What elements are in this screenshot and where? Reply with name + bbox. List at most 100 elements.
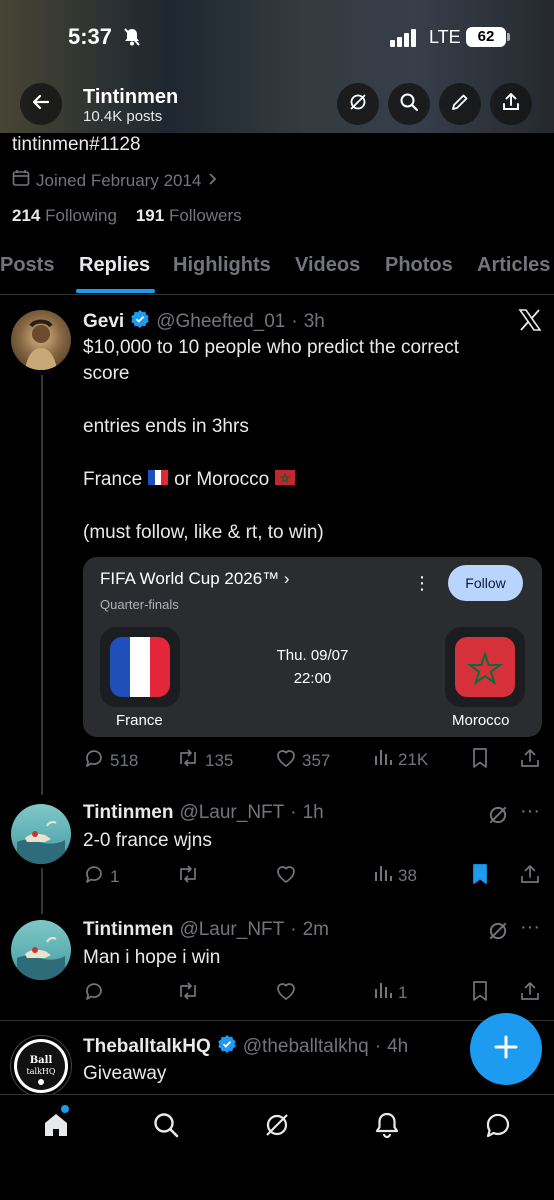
svg-text:Ball: Ball	[30, 1055, 53, 1066]
nav-search[interactable]	[150, 1111, 182, 1143]
like-button[interactable]	[275, 863, 297, 890]
thread-line	[41, 375, 43, 795]
followers-link[interactable]: 191 Followers	[136, 206, 242, 225]
repost-button[interactable]	[176, 863, 200, 890]
tweet-text: 2-0 france wjns	[83, 830, 212, 851]
reply-button[interactable]: 1	[83, 863, 119, 890]
nav-grok[interactable]	[261, 1111, 293, 1143]
tab-videos[interactable]: Videos	[295, 254, 360, 277]
more-vertical-icon[interactable]: ⋮	[413, 573, 431, 594]
tweet-author-name[interactable]: Gevi	[83, 311, 124, 333]
away-team-flag	[445, 627, 525, 707]
bookmark-icon	[470, 980, 490, 1007]
like-button[interactable]: 357	[275, 747, 330, 774]
views-count: 1	[398, 982, 408, 1002]
share-button[interactable]	[519, 980, 541, 1007]
views-button[interactable]: 38	[373, 863, 417, 888]
views-button[interactable]: 21K	[373, 747, 428, 772]
team-name-text: or Morocco	[174, 469, 270, 490]
back-button[interactable]	[20, 83, 62, 125]
avatar[interactable]	[11, 310, 71, 370]
tab-replies[interactable]: Replies	[79, 254, 150, 277]
views-button[interactable]: 1	[373, 980, 407, 1005]
tweet-text-line: score	[83, 363, 130, 384]
separator-dot: ·	[374, 1035, 382, 1057]
separator-dot: ·	[290, 919, 297, 940]
verified-badge-icon	[217, 1034, 237, 1059]
tab-posts[interactable]: Posts	[0, 254, 54, 277]
header-name: Tintinmen	[83, 86, 179, 108]
tab-highlights[interactable]: Highlights	[173, 254, 271, 277]
grok-button[interactable]	[337, 83, 379, 125]
more-horizontal-icon[interactable]: ···	[520, 800, 540, 823]
following-label: Following	[45, 206, 117, 225]
avatar[interactable]	[11, 920, 71, 980]
home-team-flag	[100, 627, 180, 707]
avatar[interactable]	[11, 804, 71, 864]
plus-icon	[492, 1033, 520, 1066]
repost-icon	[176, 747, 200, 774]
nav-home[interactable]	[40, 1111, 72, 1143]
x-logo-icon[interactable]	[518, 308, 542, 337]
repost-button[interactable]: 135	[176, 747, 233, 774]
edit-icon	[450, 92, 470, 117]
bottom-nav	[0, 1094, 554, 1200]
separator-dot: ·	[290, 802, 297, 823]
avatar[interactable]: Ball talkHQ	[11, 1036, 71, 1096]
tweet-author-name[interactable]: TheballtalkHQ	[83, 1036, 211, 1058]
views-icon	[373, 863, 393, 888]
grok-icon[interactable]	[487, 804, 509, 831]
nav-messages[interactable]	[482, 1111, 514, 1143]
thread-line	[41, 868, 43, 914]
bookmark-button[interactable]	[470, 863, 490, 890]
tweet-text-line: (must follow, like & rt, to win)	[83, 522, 324, 543]
grok-icon[interactable]	[487, 920, 509, 947]
joined-date[interactable]: Joined February 2014	[12, 169, 219, 192]
match-card[interactable]: FIFA World Cup 2026™ › Quarter-finals ⋮ …	[83, 557, 542, 737]
following-link[interactable]: 214 Following	[12, 206, 117, 225]
share-button[interactable]	[519, 863, 541, 890]
tweet-author-name[interactable]: Tintinmen	[83, 919, 173, 941]
morocco-flag-icon	[455, 637, 515, 697]
share-icon	[501, 92, 521, 117]
repost-button[interactable]	[176, 980, 200, 1007]
repost-icon	[176, 863, 200, 890]
bookmark-button[interactable]	[470, 747, 490, 774]
reply-button[interactable]	[83, 980, 105, 1007]
france-flag-emoji-icon	[148, 467, 169, 493]
theballtalkhq-logo: BalltalkHQ	[17, 1042, 65, 1090]
search-button[interactable]	[388, 83, 430, 125]
share-button[interactable]	[490, 83, 532, 125]
tweet-header: Gevi @Gheefted_01 · 3h	[83, 309, 325, 334]
team-name-text: France	[83, 469, 143, 490]
tab-photos[interactable]: Photos	[385, 254, 453, 277]
tweet-text-line: $10,000 to 10 people who predict the cor…	[83, 337, 460, 358]
like-button[interactable]	[275, 980, 297, 1007]
compose-button[interactable]	[470, 1013, 542, 1085]
tweet-text: Man i hope i win	[83, 947, 221, 968]
nav-notifications[interactable]	[371, 1111, 403, 1143]
share-icon	[519, 747, 541, 774]
reply-icon	[83, 980, 105, 1007]
card-follow-button[interactable]: Follow	[448, 565, 523, 601]
more-horizontal-icon[interactable]: ···	[520, 916, 540, 939]
edit-button[interactable]	[439, 83, 481, 125]
tweet-author-handle[interactable]: @Laur_NFT	[179, 802, 284, 824]
tweet-time: 4h	[387, 1035, 409, 1057]
battery-icon: 62	[466, 27, 510, 47]
tab-articles[interactable]: Articles	[477, 254, 550, 277]
tweet-time: 2m	[302, 919, 329, 940]
tweet-actions: 1 38	[83, 863, 543, 889]
reply-count: 1	[110, 866, 120, 886]
views-count: 38	[398, 865, 417, 885]
views-icon	[373, 980, 393, 1005]
bookmark-button[interactable]	[470, 980, 490, 1007]
reply-button[interactable]: 518	[83, 747, 138, 774]
share-button[interactable]	[519, 747, 541, 774]
tweet-author-handle[interactable]: @Laur_NFT	[179, 919, 284, 941]
separator-dot: ·	[291, 310, 298, 332]
card-title[interactable]: FIFA World Cup 2026™ ›	[100, 569, 290, 589]
tweet-author-name[interactable]: Tintinmen	[83, 802, 173, 824]
tweet-author-handle[interactable]: @Gheefted_01	[156, 311, 285, 333]
tweet-author-handle[interactable]: @theballtalkhq	[243, 1036, 369, 1058]
